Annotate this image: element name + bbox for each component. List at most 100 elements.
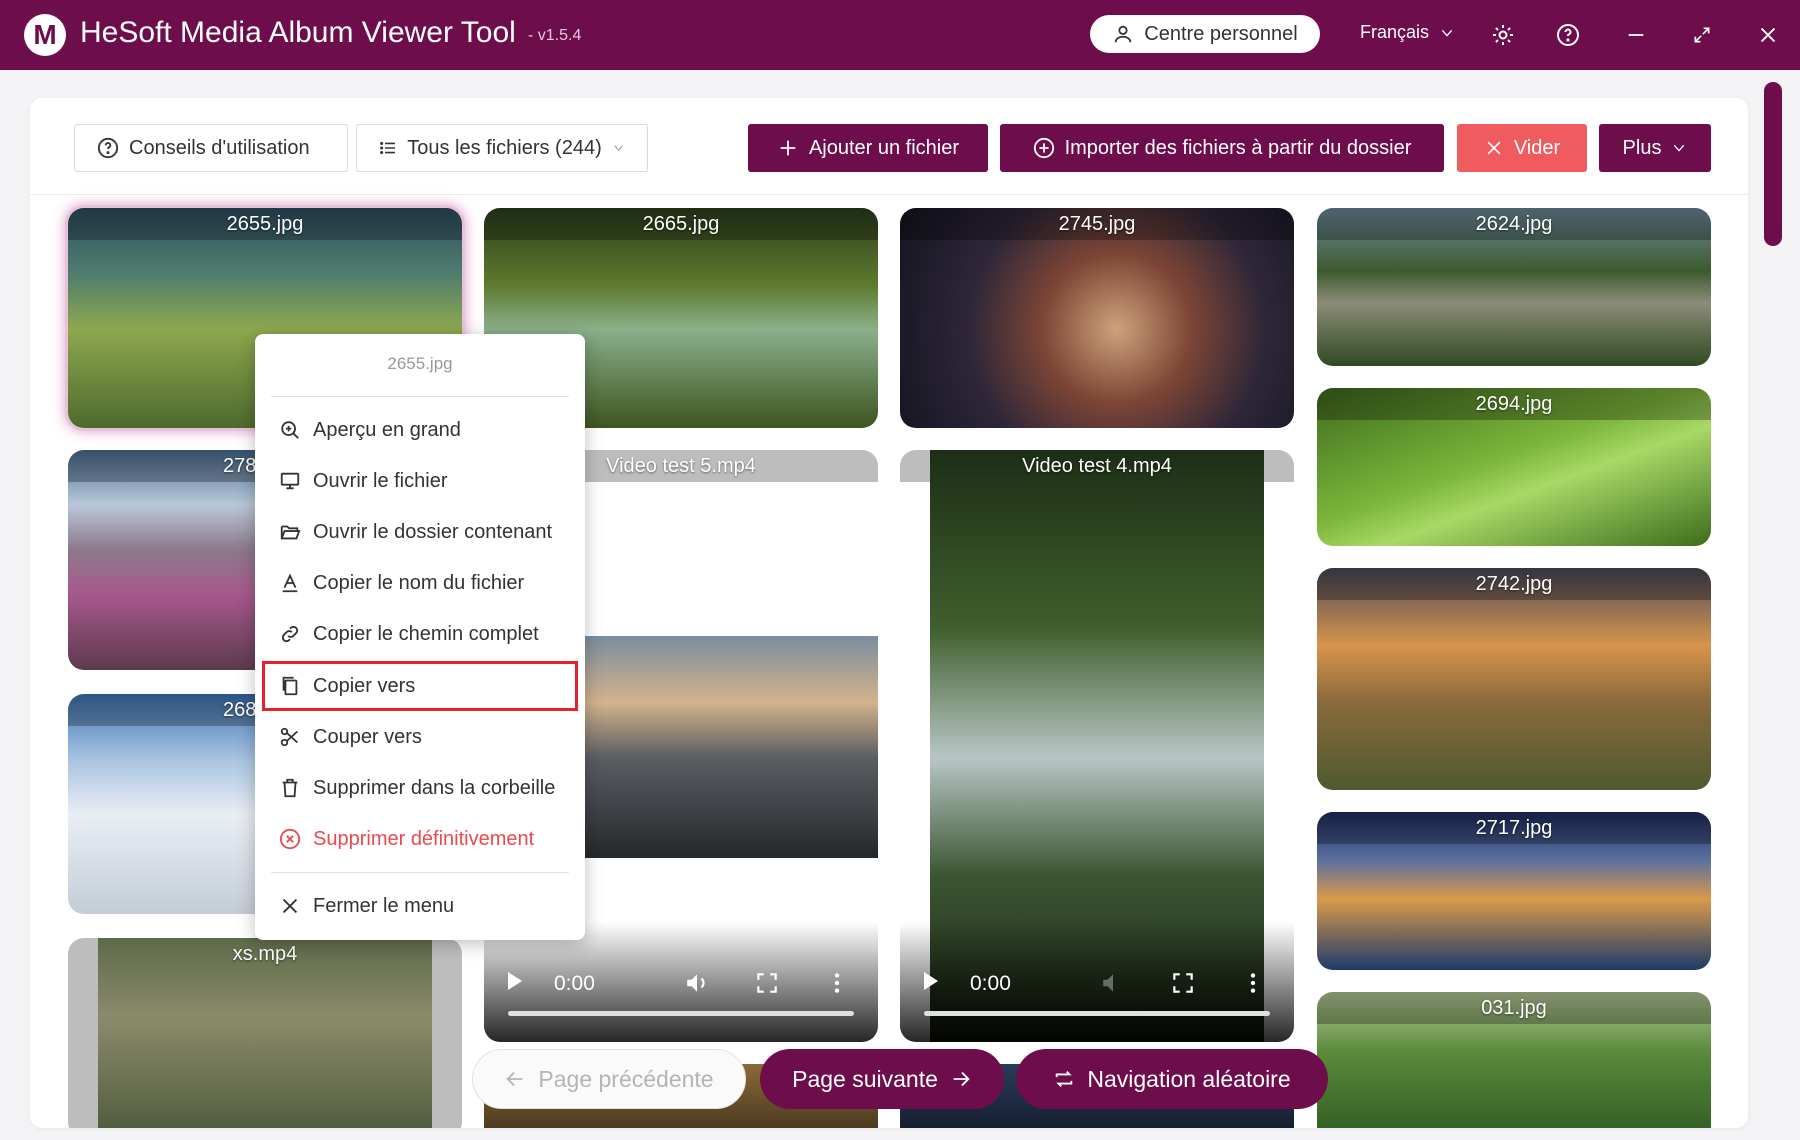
help-icon <box>1557 24 1579 46</box>
next-page-label: Page suivante <box>792 1065 938 1092</box>
add-file-label: Ajouter un fichier <box>808 136 960 159</box>
menu-item-recycle[interactable]: Supprimer dans la corbeille <box>265 766 575 810</box>
tips-button[interactable]: Conseils d'utilisation <box>74 124 348 172</box>
menu-item-open-folder[interactable]: Ouvrir le dossier contenant <box>265 510 575 554</box>
app-version: - v1.5.4 <box>528 27 582 44</box>
language-select[interactable]: Français <box>1360 22 1455 43</box>
context-menu: 2655.jpg Aperçu en grand Ouvrir le fichi… <box>255 334 585 940</box>
more-label: Plus <box>1622 136 1662 159</box>
more-vertical-icon[interactable] <box>1240 970 1266 996</box>
menu-item-copy-path[interactable]: Copier le chemin complet <box>265 612 575 656</box>
menu-divider <box>271 872 569 873</box>
fullscreen-icon[interactable] <box>1170 970 1196 996</box>
list-icon <box>380 141 395 155</box>
menu-item-label: Copier le chemin complet <box>313 622 539 645</box>
folder-open-icon <box>280 525 301 540</box>
expand-icon <box>1694 27 1710 43</box>
link-icon <box>281 625 299 643</box>
menu-item-label: Copier le nom du fichier <box>313 571 525 594</box>
video-progress-bar[interactable] <box>508 1011 854 1016</box>
clear-button[interactable]: Vider <box>1457 124 1587 172</box>
menu-item-label: Ouvrir le fichier <box>313 469 448 492</box>
menu-item-cut-to[interactable]: Couper vers <box>265 715 575 759</box>
close-icon <box>282 898 298 914</box>
random-navigation-button[interactable]: Navigation aléatoire <box>1016 1049 1328 1109</box>
import-folder-button[interactable]: Importer des fichiers à partir du dossie… <box>1000 124 1444 172</box>
user-center-label: Centre personnel <box>1144 22 1298 45</box>
play-icon[interactable] <box>924 972 938 990</box>
scissors-icon <box>280 727 298 747</box>
fullscreen-icon[interactable] <box>754 970 780 996</box>
close-icon <box>1760 27 1776 43</box>
minimize-button[interactable] <box>1618 17 1654 53</box>
menu-item-label: Couper vers <box>313 725 422 748</box>
copy-icon <box>282 676 298 696</box>
media-tile-2745[interactable]: 2745.jpg <box>900 208 1294 428</box>
tile-label: 2665.jpg <box>642 213 720 235</box>
chevron-down-icon <box>1441 29 1453 37</box>
settings-button[interactable] <box>1485 17 1521 53</box>
close-window-button[interactable] <box>1750 17 1786 53</box>
clear-label: Vider <box>1513 136 1561 159</box>
media-tile-2742[interactable]: 2742.jpg <box>1317 568 1711 790</box>
menu-item-label: Fermer le menu <box>313 894 455 917</box>
random-navigation-label: Navigation aléatoire <box>1087 1065 1291 1092</box>
media-tile-2717[interactable]: 2717.jpg <box>1317 812 1711 970</box>
user-icon <box>1115 25 1132 43</box>
media-tile-031[interactable]: 031.jpg <box>1317 992 1711 1128</box>
toolbar-divider <box>30 194 1748 195</box>
menu-item-copy-to[interactable]: Copier vers <box>262 661 578 711</box>
arrow-right-icon <box>953 1071 970 1087</box>
plus-circle-icon <box>1033 137 1054 159</box>
volume-icon[interactable] <box>1100 970 1126 996</box>
menu-item-preview[interactable]: Aperçu en grand <box>265 408 575 452</box>
menu-item-delete-permanently[interactable]: Supprimer définitivement <box>265 817 575 861</box>
app-title: HeSoft Media Album Viewer Tool <box>80 16 516 49</box>
help-button[interactable] <box>1550 17 1586 53</box>
menu-item-label: Aperçu en grand <box>313 418 461 441</box>
file-filter-select[interactable]: Tous les fichiers (244) <box>356 124 648 172</box>
next-page-button[interactable]: Page suivante <box>760 1049 1004 1109</box>
media-tile-2624[interactable]: 2624.jpg <box>1317 208 1711 366</box>
menu-item-close[interactable]: Fermer le menu <box>265 884 575 928</box>
more-vertical-icon[interactable] <box>824 970 850 996</box>
maximize-button[interactable] <box>1684 17 1720 53</box>
video-tile-test-4[interactable]: Video test 4.mp4 0:00 <box>900 450 1294 1042</box>
scrollbar-thumb[interactable] <box>1764 82 1782 246</box>
video-time: 0:00 <box>554 972 595 995</box>
video-time: 0:00 <box>970 972 1011 995</box>
menu-divider <box>271 396 569 397</box>
menu-item-copy-name[interactable]: Copier le nom du fichier <box>265 561 575 605</box>
chevron-down-icon <box>614 145 623 152</box>
video-progress-bar[interactable] <box>924 1011 1270 1016</box>
zoom-in-icon <box>281 421 299 439</box>
menu-item-label: Ouvrir le dossier contenant <box>313 520 553 543</box>
tile-label: 2745.jpg <box>1058 213 1136 235</box>
prev-page-button[interactable]: Page précédente <box>472 1049 746 1109</box>
user-center-button[interactable]: Centre personnel <box>1090 15 1320 53</box>
menu-item-label: Supprimer dans la corbeille <box>313 776 556 799</box>
close-icon <box>1487 141 1501 155</box>
file-filter-label: Tous les fichiers (244) <box>407 136 602 159</box>
chevron-down-icon <box>1674 144 1685 152</box>
tile-label: 2742.jpg <box>1475 573 1553 595</box>
add-file-button[interactable]: Ajouter un fichier <box>748 124 988 172</box>
volume-icon[interactable] <box>684 970 710 996</box>
gear-icon <box>1493 25 1513 45</box>
trash-icon <box>282 778 298 798</box>
menu-item-open-file[interactable]: Ouvrir le fichier <box>265 459 575 503</box>
tile-label: 2717.jpg <box>1475 817 1553 839</box>
arrow-left-icon <box>506 1071 523 1087</box>
video-controls: 0:00 <box>900 922 1294 1042</box>
play-icon[interactable] <box>508 972 522 990</box>
more-button[interactable]: Plus <box>1599 124 1711 172</box>
tile-label: 2655.jpg <box>226 213 304 235</box>
context-menu-title: 2655.jpg <box>387 354 453 373</box>
media-tile-xs-mp4[interactable]: xs.mp4 <box>68 938 462 1128</box>
media-tile-2694[interactable]: 2694.jpg <box>1317 388 1711 546</box>
tile-label: 031.jpg <box>1481 997 1547 1019</box>
menu-item-label: Supprimer définitivement <box>313 827 535 850</box>
help-icon <box>97 137 119 159</box>
repeat-icon <box>1056 1071 1073 1087</box>
plus-icon <box>780 140 796 156</box>
